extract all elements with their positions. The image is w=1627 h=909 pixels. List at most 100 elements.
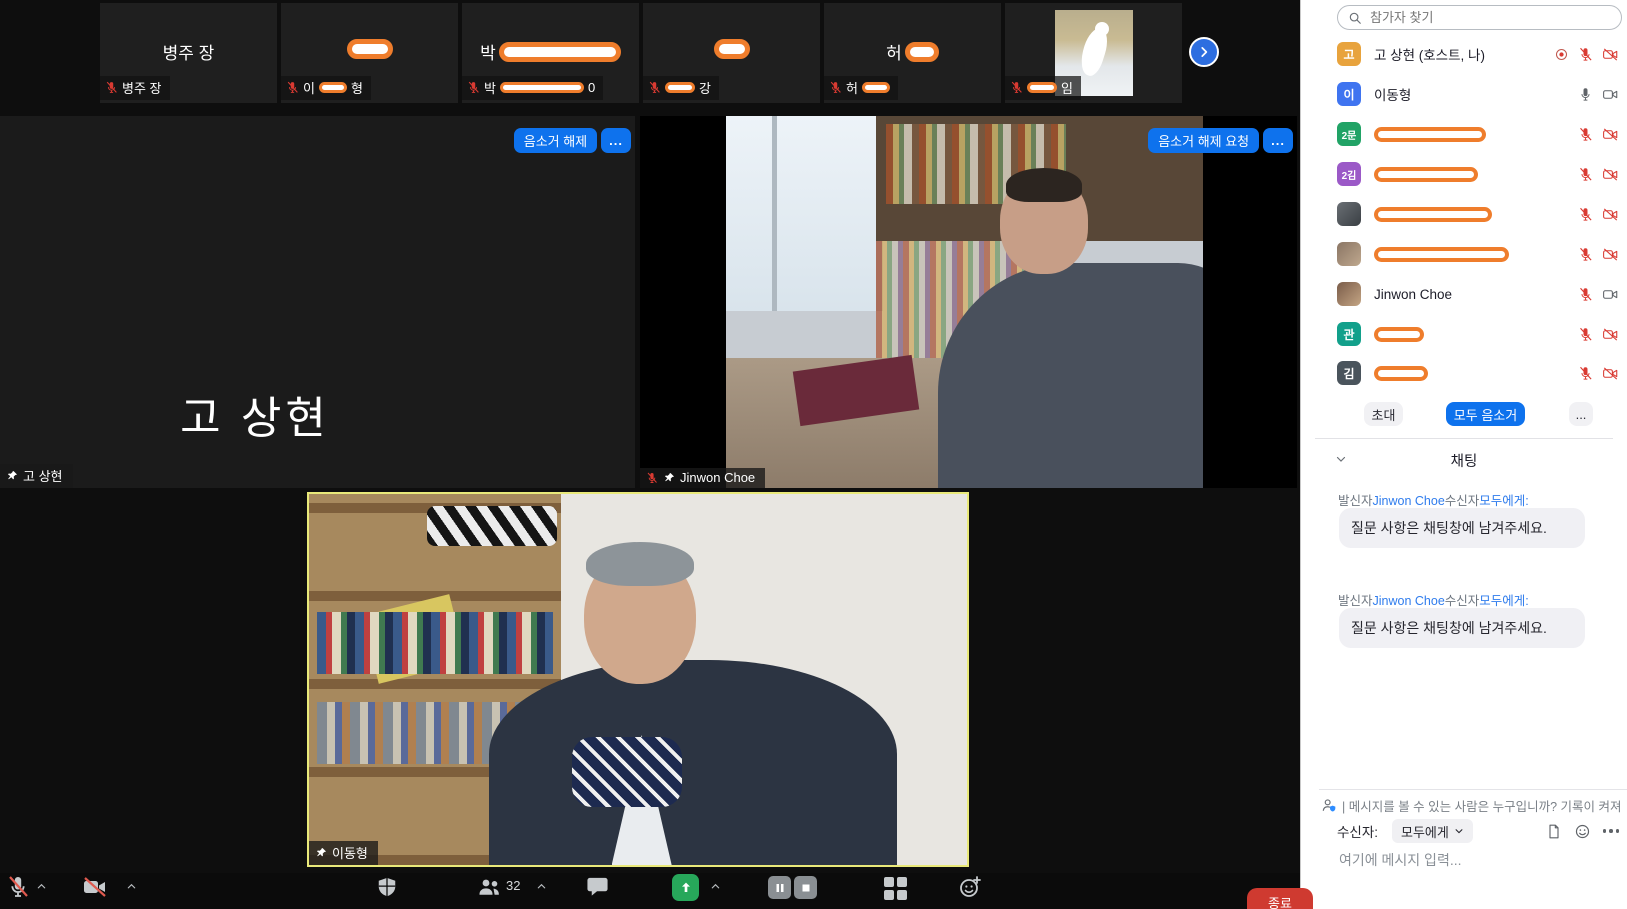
avatar: 고 bbox=[1337, 42, 1361, 66]
participant-name: Jinwon Choe bbox=[1374, 287, 1572, 302]
video-tile-self[interactable]: 고 상현 음소거 해제 ... 고 상현 bbox=[0, 116, 635, 488]
participants-chevron[interactable] bbox=[536, 881, 547, 892]
chat-message-bubble: 질문 사항은 채팅창에 남겨주세요. bbox=[1339, 508, 1585, 548]
camera-off-icon bbox=[1602, 207, 1619, 222]
filmstrip-tile-6[interactable]: 임 bbox=[1005, 3, 1182, 103]
share-screen-button[interactable] bbox=[672, 874, 699, 901]
pin-icon bbox=[315, 847, 327, 859]
ask-to-unmute-button[interactable]: 음소거 해제 요청 bbox=[1148, 128, 1259, 153]
redacted-name bbox=[665, 82, 695, 93]
chat-message-input[interactable] bbox=[1337, 848, 1613, 894]
redacted-name bbox=[1374, 327, 1424, 342]
participant-row[interactable]: 2문 bbox=[1337, 117, 1619, 151]
speaker-person bbox=[489, 660, 897, 865]
recipient-name: 모두에게: bbox=[1479, 494, 1528, 508]
participant-name: 고 상현 (호스트, 나) bbox=[1374, 44, 1548, 64]
participant-row[interactable] bbox=[1337, 237, 1619, 271]
avatar: 이 bbox=[1337, 82, 1361, 106]
chat-message-header: 발신자Jinwon Choe수신자모두에게: bbox=[1338, 490, 1621, 509]
redacted-name bbox=[500, 82, 584, 93]
sender-name: Jinwon Choe bbox=[1373, 594, 1445, 608]
meeting-toolbar: 32 bbox=[0, 873, 1300, 909]
share-options-chevron[interactable] bbox=[710, 881, 721, 892]
pin-icon bbox=[663, 472, 675, 484]
mic-muted-icon bbox=[1578, 287, 1593, 302]
mic-muted-icon bbox=[105, 81, 118, 94]
video-tile-remote[interactable]: 음소거 해제 요청 ... Jinwon Choe bbox=[640, 116, 1297, 488]
tile-name-label: 허 bbox=[824, 76, 898, 100]
camera-options-chevron[interactable] bbox=[126, 881, 137, 892]
tile-name-label: 임 bbox=[1005, 76, 1081, 100]
invite-button[interactable]: 초대 bbox=[1364, 402, 1403, 426]
participant-row[interactable]: 김 bbox=[1337, 356, 1619, 390]
tile-center-name: 병주 장 bbox=[100, 39, 277, 64]
search-input[interactable] bbox=[1368, 9, 1611, 26]
mic-muted-icon bbox=[1578, 327, 1593, 342]
recording-indicator-icon bbox=[1554, 47, 1569, 62]
redacted-name bbox=[319, 82, 347, 93]
redacted-name bbox=[1027, 82, 1057, 93]
mic-muted-icon bbox=[1578, 247, 1593, 262]
participant-row-host[interactable]: 고 고 상현 (호스트, 나) bbox=[1337, 37, 1619, 71]
mic-on-icon bbox=[1578, 87, 1593, 102]
search-icon bbox=[1348, 11, 1362, 25]
recipient-dropdown[interactable]: 모두에게 bbox=[1392, 819, 1473, 843]
camera-off-icon bbox=[1602, 247, 1619, 262]
reactions-icon[interactable] bbox=[958, 875, 982, 899]
redacted-name bbox=[1374, 207, 1492, 222]
participant-row[interactable] bbox=[1337, 197, 1619, 231]
participant-row[interactable]: 이 이동형 bbox=[1337, 77, 1619, 111]
stop-recording-button[interactable] bbox=[794, 876, 817, 899]
security-shield-icon[interactable] bbox=[376, 875, 398, 899]
file-attach-icon[interactable] bbox=[1546, 823, 1562, 840]
participants-more-button[interactable]: ... bbox=[1569, 402, 1593, 426]
avatar-photo bbox=[1337, 202, 1361, 226]
chat-privacy-notice: | 메시지를 볼 수 있는 사람은 누구입니까? 기록이 켜져 bbox=[1321, 794, 1627, 816]
video-tile-active-speaker[interactable]: 이동형 bbox=[307, 492, 969, 867]
redacted-name bbox=[1374, 366, 1428, 381]
recipient-label: 수신자: bbox=[1337, 821, 1378, 841]
tile-name-label: 박0 bbox=[462, 76, 603, 100]
apps-icon[interactable] bbox=[884, 877, 907, 900]
pin-icon bbox=[6, 470, 18, 482]
redacted-name bbox=[714, 39, 750, 59]
mic-muted-icon bbox=[467, 81, 480, 94]
redacted-name bbox=[347, 39, 393, 59]
filmstrip-tile-2[interactable]: 이형 bbox=[281, 3, 458, 103]
filmstrip-tile-5[interactable]: 허 허 bbox=[824, 3, 1001, 103]
mic-options-chevron[interactable] bbox=[36, 881, 47, 892]
mute-all-button[interactable]: 모두 음소거 bbox=[1446, 402, 1525, 426]
participant-row-jinwon-choe[interactable]: Jinwon Choe bbox=[1337, 277, 1619, 311]
chat-more-icon[interactable] bbox=[1603, 829, 1620, 833]
window-background bbox=[726, 116, 883, 311]
tile-more-button[interactable]: ... bbox=[1263, 128, 1293, 153]
filmstrip-tile-1[interactable]: 병주 장 병주 장 bbox=[100, 3, 277, 103]
camera-off-icon[interactable] bbox=[82, 875, 108, 899]
filmstrip-tile-4[interactable]: 강 bbox=[643, 3, 820, 103]
participants-icon[interactable] bbox=[476, 875, 502, 899]
mic-muted-icon bbox=[1578, 207, 1593, 222]
mic-muted-icon bbox=[1578, 366, 1593, 381]
mic-muted-icon[interactable] bbox=[6, 875, 30, 899]
filmstrip-next-page-button[interactable] bbox=[1189, 37, 1219, 67]
camera-off-icon bbox=[1602, 127, 1619, 142]
participant-row[interactable]: 관 bbox=[1337, 317, 1619, 351]
camera-on-icon bbox=[1602, 87, 1619, 102]
chat-icon[interactable] bbox=[586, 875, 609, 898]
participants-count: 32 bbox=[506, 878, 520, 893]
mic-muted-icon bbox=[1578, 47, 1593, 62]
tile-big-name: 고 상현 bbox=[60, 374, 450, 454]
camera-off-icon bbox=[1602, 47, 1619, 62]
leave-meeting-button[interactable]: 종료 bbox=[1247, 888, 1313, 909]
avatar: 김 bbox=[1337, 361, 1361, 385]
emoji-icon[interactable] bbox=[1574, 823, 1591, 840]
tile-more-button[interactable]: ... bbox=[601, 128, 631, 153]
search-participants-box[interactable] bbox=[1337, 5, 1622, 30]
pause-recording-button[interactable] bbox=[768, 876, 791, 899]
participant-row[interactable]: 2김 bbox=[1337, 157, 1619, 191]
unmute-button[interactable]: 음소거 해제 bbox=[514, 128, 597, 153]
tile-name-label: 병주 장 bbox=[100, 76, 170, 100]
tile-name-label: 이동형 bbox=[309, 841, 378, 865]
mic-muted-icon bbox=[1578, 127, 1593, 142]
filmstrip-tile-3[interactable]: 박 박0 bbox=[462, 3, 639, 103]
